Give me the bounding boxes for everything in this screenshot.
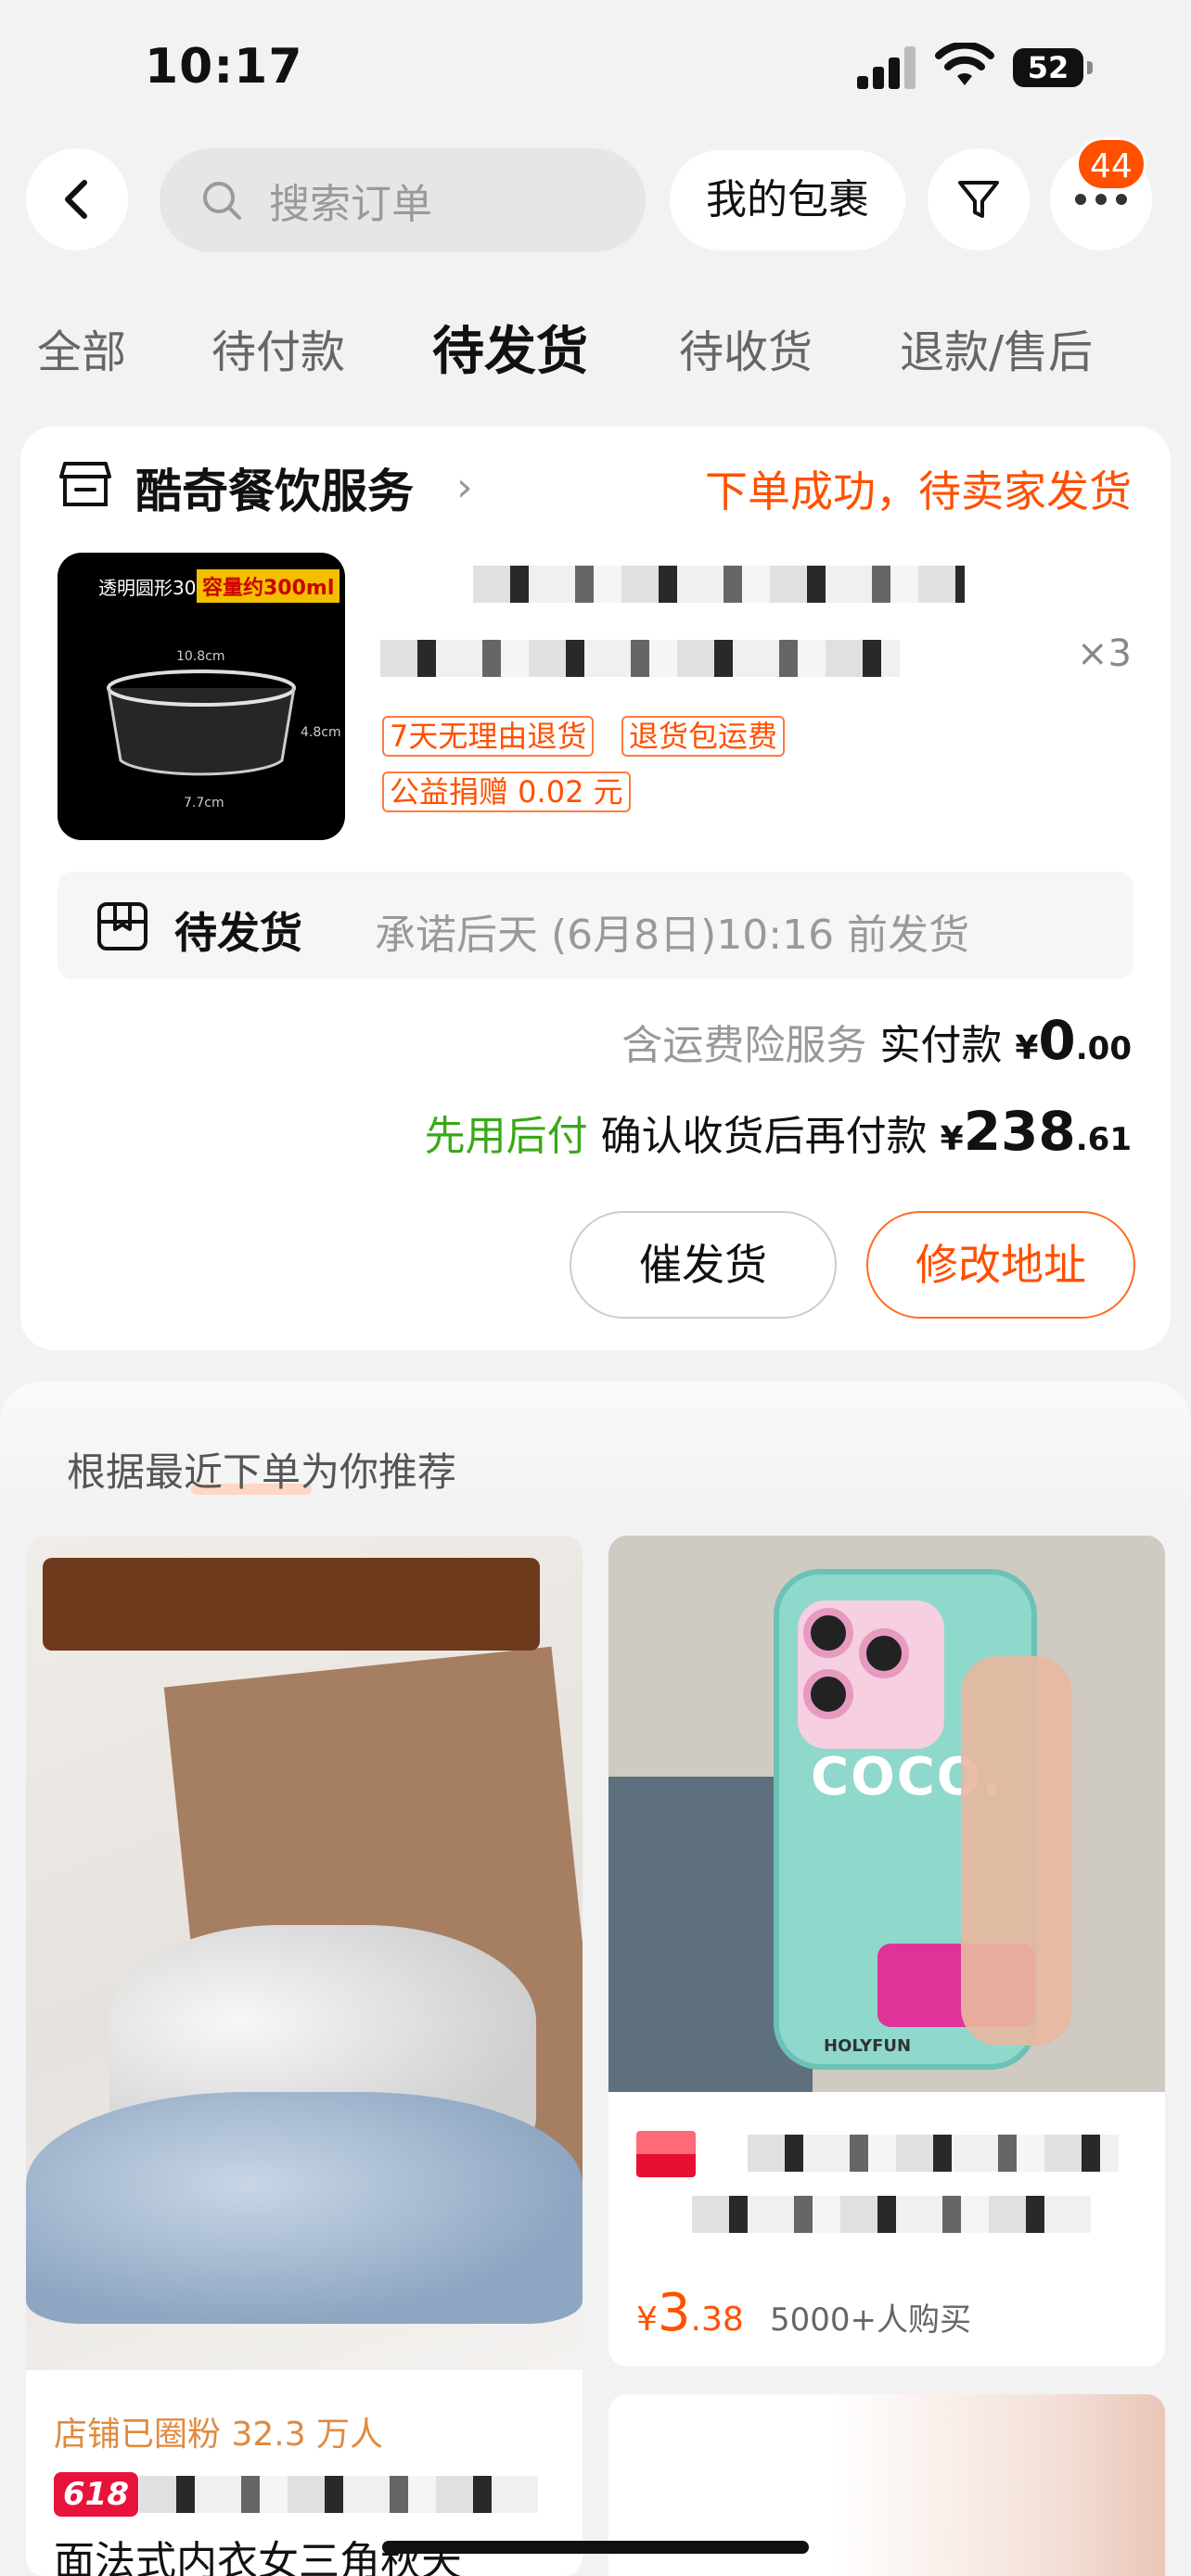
more-dots-icon xyxy=(1075,194,1127,205)
order-status: 下单成功，待卖家发货 xyxy=(705,466,1132,516)
quantity: ×3 xyxy=(1077,632,1132,675)
shop-icon xyxy=(59,462,111,506)
search-input[interactable]: 搜索订单 xyxy=(160,148,646,252)
promo-618-badge: 618 xyxy=(54,2472,138,2517)
shipping-label: 待发货 xyxy=(174,908,302,958)
product-image-phone-case: COCO. HOLYFUN xyxy=(608,1536,1165,2092)
my-package-button[interactable]: 我的包裹 xyxy=(670,150,905,250)
paid-decimal: .00 xyxy=(1075,1030,1132,1067)
total-currency: ¥ xyxy=(940,1120,964,1158)
paid-integer: 0 xyxy=(1038,1009,1076,1072)
order-card[interactable]: 酷奇餐饮服务 › 下单成功，待卖家发货 透明圆形300 容量约300ml 10.… xyxy=(20,427,1171,1350)
tab-refund-aftersale[interactable]: 退款/售后 xyxy=(900,315,1093,380)
thumb-capacity-tag: 容量约300ml xyxy=(197,569,340,603)
shipping-status-box: 待发货 承诺后天 (6月8日)10:16 前发货 xyxy=(58,872,1133,979)
shop-name[interactable]: 酷奇餐饮服务 xyxy=(135,454,414,521)
camera-lens-icon xyxy=(803,1608,853,1658)
tab-pending-shipment[interactable]: 待发货 xyxy=(432,310,588,385)
redacted-title-line-2 xyxy=(380,640,900,677)
pay-later-label: 先用后付 xyxy=(424,1113,588,1160)
product-card-phone-case[interactable]: COCO. HOLYFUN ¥3.38 5000+人购买 xyxy=(608,1536,1165,2366)
shipping-promise: 承诺后天 (6月8日)10:16 前发货 xyxy=(375,912,970,959)
tab-pending-receipt[interactable]: 待收货 xyxy=(679,315,813,380)
paid-label: 实付款 xyxy=(879,1022,1003,1069)
tab-all[interactable]: 全部 xyxy=(37,315,126,380)
hand xyxy=(961,1656,1072,2046)
camera-lens-icon xyxy=(803,1669,853,1719)
price-integer: 3 xyxy=(657,2283,691,2343)
product-image-lingerie xyxy=(26,1536,583,2370)
pay-later-desc: 确认收货后再付款 xyxy=(600,1113,928,1160)
redacted-product-title xyxy=(139,2476,538,2513)
redacted-title-line-1 xyxy=(748,2135,1119,2172)
chevron-left-icon xyxy=(65,180,87,219)
home-indicator[interactable] xyxy=(382,2541,809,2554)
urge-shipment-button[interactable]: 催发货 xyxy=(570,1211,837,1319)
thumb-height: 4.8cm xyxy=(301,725,341,740)
change-address-button[interactable]: 修改地址 xyxy=(866,1211,1135,1319)
filter-icon xyxy=(958,181,999,218)
redacted-title-line-2 xyxy=(692,2196,1091,2233)
paid-currency: ¥ xyxy=(1015,1029,1039,1067)
cellular-signal-icon xyxy=(857,46,916,89)
tag-free-return-shipping: 退货包运费 xyxy=(621,716,786,757)
shop-fans: 店铺已圈粉 32.3 万人 xyxy=(54,2416,384,2454)
redacted-banner xyxy=(43,1558,540,1651)
chevron-right-icon: › xyxy=(456,464,473,511)
status-time: 10:17 xyxy=(145,39,303,95)
case-brand: HOLYFUN xyxy=(824,2036,912,2056)
battery-icon: 52 xyxy=(1013,48,1093,87)
total-integer: 238 xyxy=(963,1100,1076,1163)
container-image xyxy=(107,670,296,776)
notification-badge: 44 xyxy=(1076,137,1146,191)
recommendation-title: 根据最近下单为你推荐 xyxy=(67,1449,457,1495)
wifi-icon xyxy=(935,43,994,85)
redacted-title-line-1 xyxy=(473,566,965,603)
thumb-title: 透明圆形300 xyxy=(98,577,209,599)
filter-button[interactable] xyxy=(928,148,1030,250)
package-icon xyxy=(97,902,147,950)
thumb-bottom: 7.7cm xyxy=(184,796,224,810)
price-decimal: .38 xyxy=(690,2301,744,2339)
freight-insurance-label: 含运费险服务 xyxy=(621,1022,867,1069)
pay-later-row: 先用后付 确认收货后再付款 ¥238.61 xyxy=(425,1100,1132,1163)
search-placeholder: 搜索订单 xyxy=(269,181,432,228)
product-card-lingerie[interactable]: 店铺已圈粉 32.3 万人 618 面法式内衣女三角秋天 xyxy=(26,1536,583,2576)
bra-blue xyxy=(26,2092,583,2324)
back-button[interactable] xyxy=(26,148,128,250)
thumb-width: 10.8cm xyxy=(176,649,225,664)
search-icon xyxy=(203,182,241,220)
tag-charity: 公益捐赠 0.02 元 xyxy=(382,772,631,812)
product-thumbnail[interactable]: 透明圆形300 容量约300ml 10.8cm 4.8cm 7.7cm xyxy=(58,553,345,840)
total-decimal: .61 xyxy=(1075,1121,1132,1158)
status-bar: 10:17 52 xyxy=(0,0,1191,139)
shop-logo xyxy=(636,2131,696,2177)
tab-pending-payment[interactable]: 待付款 xyxy=(211,315,345,380)
sold-count: 5000+人购买 xyxy=(770,2302,972,2339)
camera-lens-icon xyxy=(859,1628,909,1678)
tag-7day-return: 7天无理由退货 xyxy=(382,716,595,757)
price: ¥3.38 xyxy=(636,2283,744,2343)
paid-amount-row: 含运费险服务 实付款 ¥0.00 xyxy=(621,1009,1132,1072)
order-tabs: 全部 待付款 待发货 待收货 退款/售后 xyxy=(0,315,1191,389)
price-currency: ¥ xyxy=(636,2301,658,2339)
